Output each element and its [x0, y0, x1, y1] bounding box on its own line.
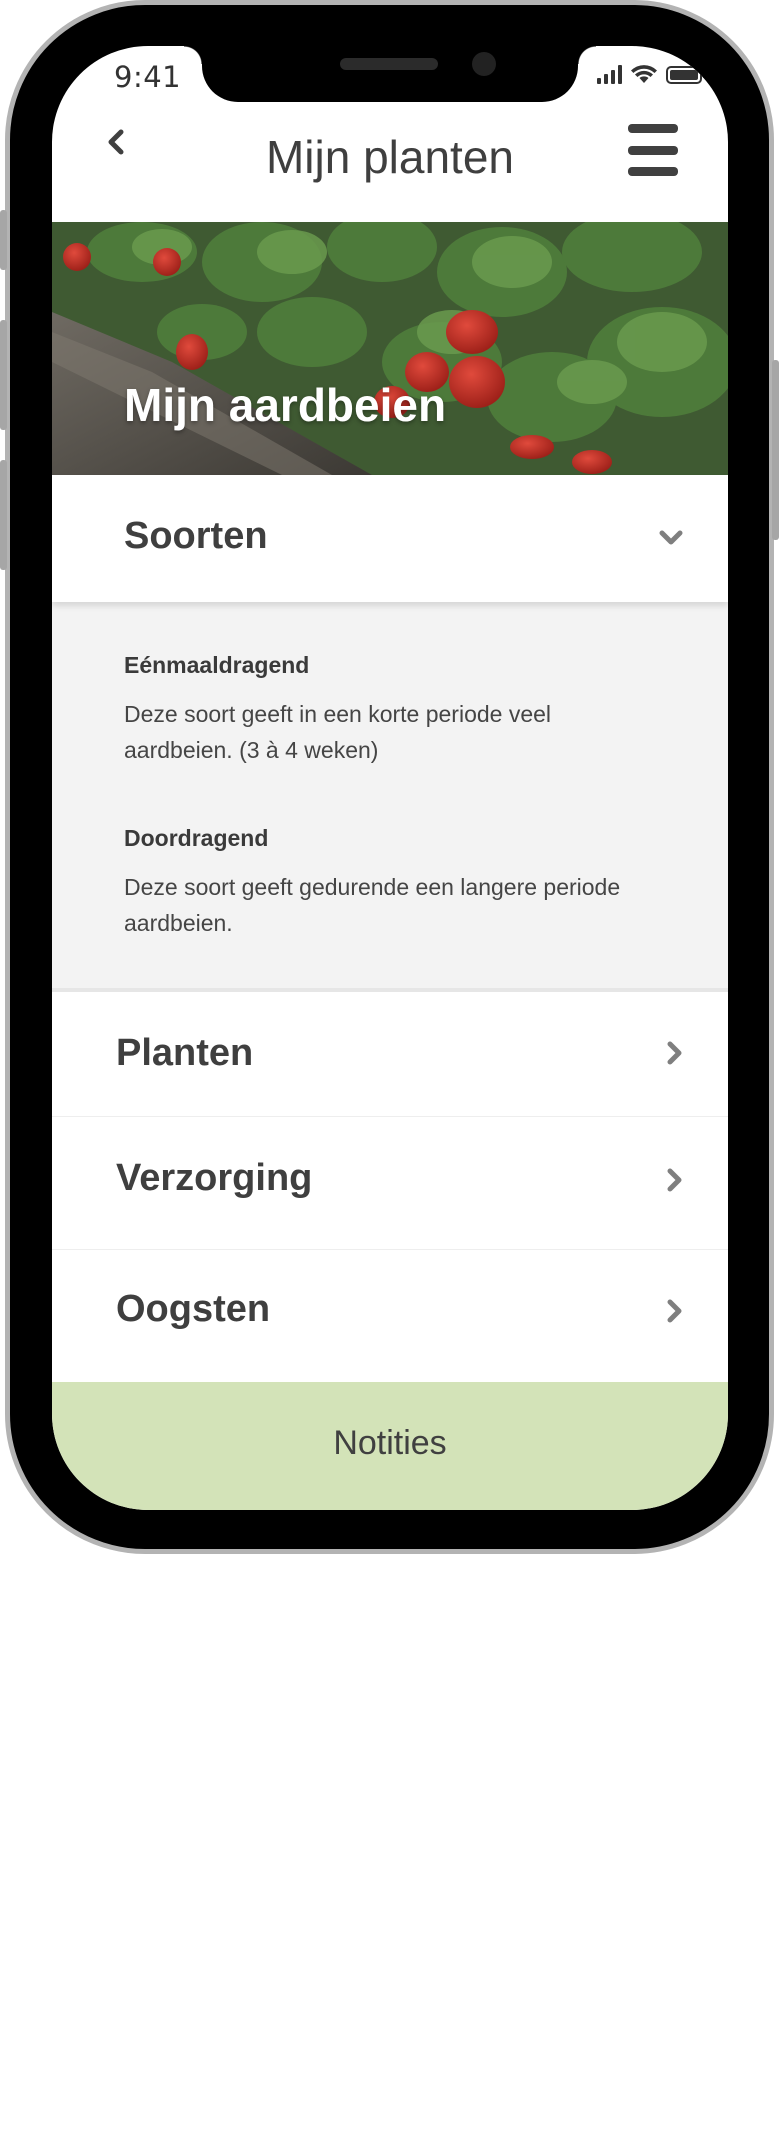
accordion-title: Soorten [124, 515, 268, 557]
list-item-label: Oogsten [116, 1288, 271, 1330]
accordion-soorten-content: Eénmaaldragend Deze soort geeft in een k… [52, 602, 728, 988]
entry-heading: Eénmaaldragend [124, 652, 310, 678]
notch [184, 46, 596, 102]
hero-banner: Mijn aardbeien [52, 222, 728, 475]
page-title: Mijn planten [265, 131, 515, 183]
entry-text: Deze soort geeft in een korte periode ve… [124, 701, 552, 763]
status-time: 9:41 [114, 60, 182, 94]
entry-heading: Doordragend [124, 825, 269, 851]
hero-title: Mijn aardbeien [124, 379, 447, 431]
battery-icon [666, 66, 706, 84]
signal-icon [597, 64, 622, 84]
chevron-right-icon [667, 1299, 682, 1323]
hamburger-menu-icon[interactable] [628, 124, 678, 176]
list-item-planten[interactable]: Planten [52, 988, 728, 1120]
accordion-soorten-header[interactable]: Soorten [52, 475, 728, 602]
chevron-down-icon [659, 530, 683, 545]
chevron-right-icon [667, 1168, 682, 1192]
status-icons [597, 64, 706, 84]
list-item-label: Planten [116, 1032, 254, 1074]
list-item-verzorging[interactable]: Verzorging [52, 1116, 728, 1250]
side-button-volume-down [0, 460, 7, 570]
phone-screen: 9:41 Mijn planten Mijn aardbeien Soorten… [52, 46, 728, 1510]
side-button-silent [0, 210, 7, 270]
entry-text: Deze soort geeft gedurende een langere p… [124, 874, 621, 936]
side-button-power [772, 360, 779, 540]
list-item-oogsten[interactable]: Oogsten [52, 1249, 728, 1383]
strawberry-plants-image [52, 222, 728, 475]
wifi-icon [631, 65, 657, 83]
side-button-volume-up [0, 320, 7, 430]
notes-label: Notities [333, 1424, 447, 1462]
chevron-right-icon [667, 1041, 682, 1065]
notes-button[interactable]: Notities [52, 1382, 728, 1510]
list-item-label: Verzorging [116, 1157, 313, 1199]
speaker [340, 58, 438, 70]
front-camera [472, 52, 496, 76]
